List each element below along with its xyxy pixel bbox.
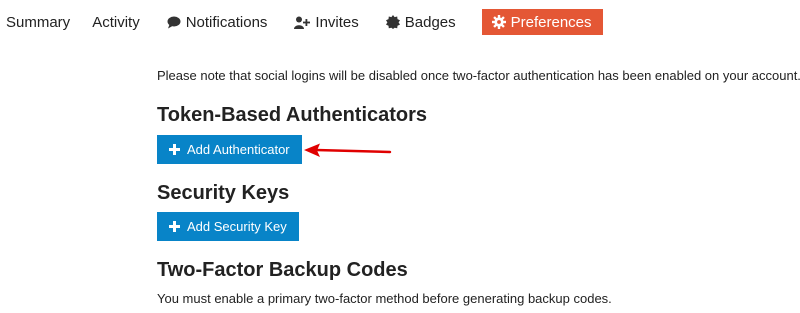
nav-tab-label: Activity: [92, 13, 140, 31]
button-label: Add Authenticator: [187, 142, 290, 157]
nav-tab-preferences[interactable]: Preferences: [481, 9, 603, 35]
nav-tab-label: Notifications: [185, 13, 268, 31]
nav-tab-label: Badges: [404, 13, 456, 31]
nav-tab-label: Preferences: [510, 13, 592, 31]
comment-icon: [167, 16, 181, 29]
nav-tab-notifications[interactable]: Notifications: [167, 9, 268, 35]
social-login-notice: Please note that social logins will be d…: [157, 68, 800, 83]
plus-icon: [168, 221, 180, 233]
token-authenticators-heading: Token-Based Authenticators: [157, 104, 428, 126]
annotation-arrow-icon: [304, 143, 392, 157]
nav-tab-activity[interactable]: Activity: [92, 9, 140, 35]
backup-codes-helper-text: You must enable a primary two-factor met…: [157, 291, 612, 306]
gear-icon: [491, 15, 506, 29]
nav-tab-badges[interactable]: Badges: [385, 9, 456, 35]
add-authenticator-button[interactable]: Add Authenticator: [157, 135, 302, 164]
nav-tab-label: Invites: [315, 13, 359, 31]
security-keys-heading: Security Keys: [157, 182, 290, 204]
user-plus-icon: [294, 16, 311, 29]
badge-icon: [385, 15, 400, 29]
user-preferences-page: Summary Activity Notifications Invites B…: [0, 0, 800, 313]
nav-tab-invites[interactable]: Invites: [294, 9, 359, 35]
nav-tab-label: Summary: [6, 13, 71, 31]
backup-codes-heading: Two-Factor Backup Codes: [157, 259, 408, 281]
plus-icon: [168, 144, 180, 156]
user-nav: Summary Activity Notifications Invites B…: [0, 9, 603, 35]
button-label: Add Security Key: [187, 219, 287, 234]
nav-tab-summary[interactable]: Summary: [6, 9, 70, 35]
add-security-key-button[interactable]: Add Security Key: [157, 212, 299, 241]
